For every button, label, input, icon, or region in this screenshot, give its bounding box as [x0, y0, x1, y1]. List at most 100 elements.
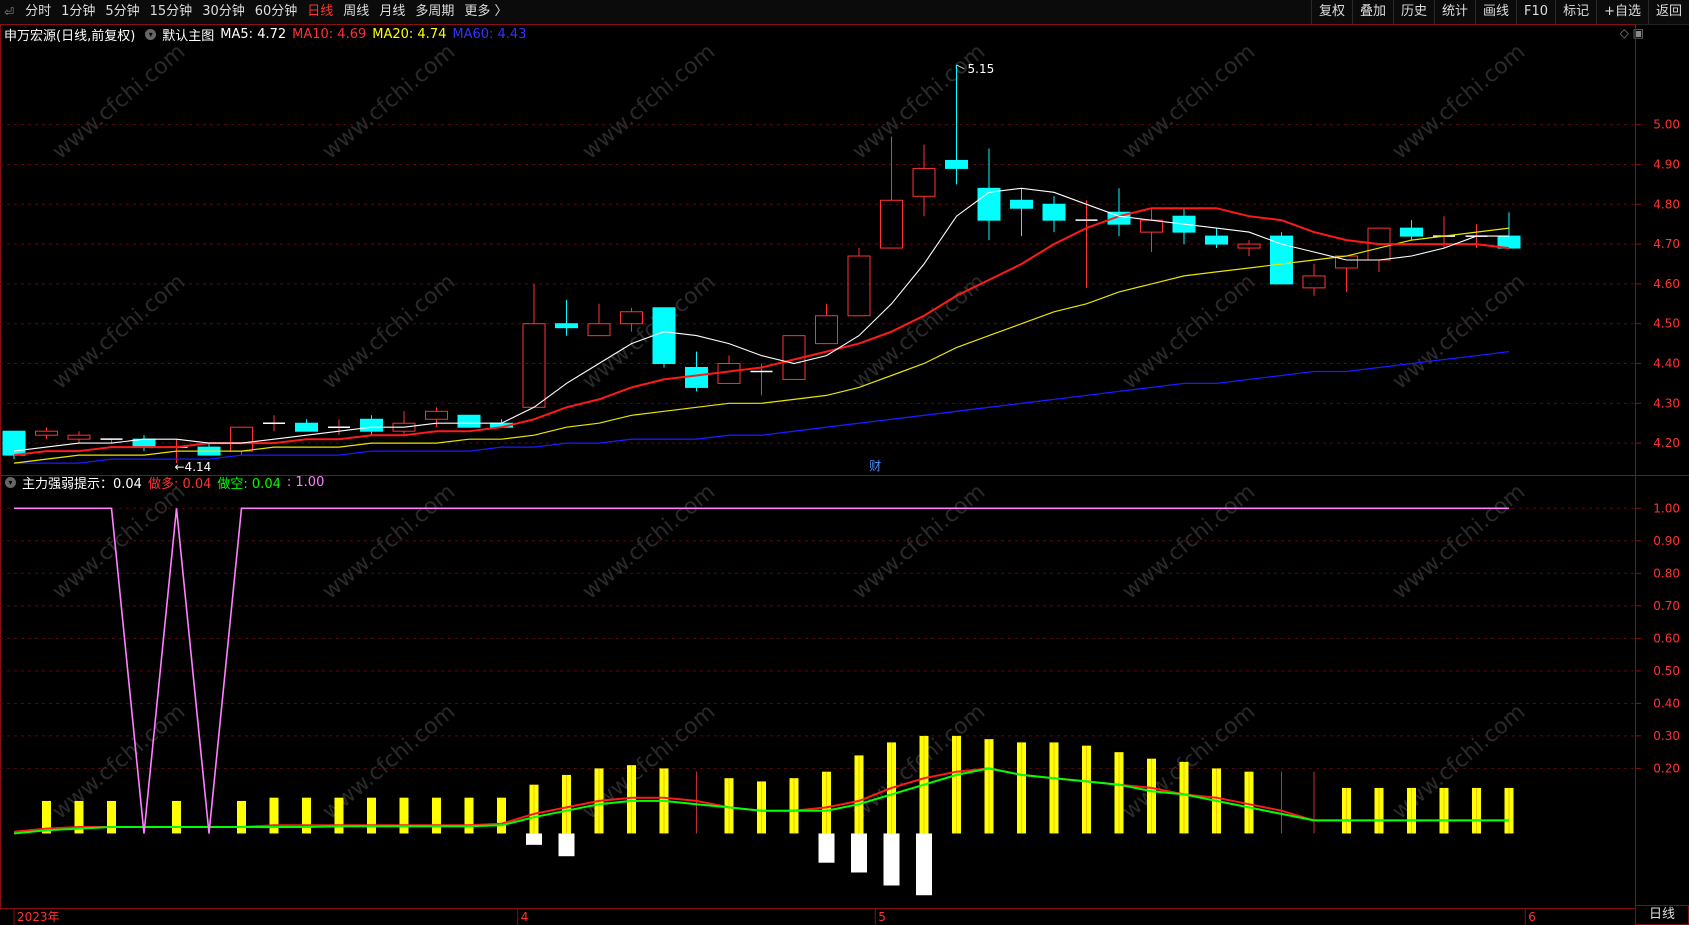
candle-body [1140, 219, 1163, 233]
candle-body [360, 418, 383, 432]
sub-tick-label: 0.70 [1653, 599, 1680, 613]
candle [1270, 232, 1293, 285]
candle [1140, 208, 1163, 253]
strength-bar [269, 797, 279, 834]
candle [1400, 220, 1423, 241]
main-tick-label: 4.80 [1653, 197, 1680, 211]
watermark-text: www.cfchi.com [1118, 39, 1260, 164]
main-tick-label: 4.30 [1653, 396, 1680, 410]
candle-body [1042, 203, 1066, 221]
high-label: 5.15 [968, 62, 995, 76]
sub-tick-label: 1.00 [1653, 501, 1680, 515]
candle [1237, 240, 1261, 257]
sub-tick-label: 0.20 [1653, 761, 1680, 775]
strength-bar [367, 797, 376, 834]
candle [522, 283, 546, 408]
sub-tick-label: 0.90 [1653, 534, 1680, 548]
candle [1205, 228, 1228, 249]
candle-body [685, 367, 708, 388]
white-bar [883, 833, 900, 886]
status-period[interactable]: 日线 [1635, 905, 1689, 925]
candle-body [522, 323, 546, 408]
strength-bar [107, 800, 116, 834]
date-label: 4 [521, 910, 529, 924]
main-tick-label: 4.90 [1653, 157, 1680, 171]
candle-body [2, 430, 26, 456]
watermark-text: www.cfchi.com [1388, 479, 1530, 604]
watermark-text: www.cfchi.com [318, 39, 460, 164]
candle [1497, 212, 1521, 249]
candle [847, 248, 871, 317]
watermark-text: www.cfchi.com [848, 269, 990, 394]
candle-body [230, 426, 253, 452]
main-tick-label: 4.70 [1653, 237, 1680, 251]
watermark-text: www.cfchi.com [1118, 269, 1260, 394]
date-label: 5 [878, 910, 886, 924]
sub-tick-label: 0.30 [1653, 729, 1680, 743]
candle-body [457, 414, 481, 428]
strength-bar [464, 797, 474, 834]
candle [685, 351, 708, 392]
candle [1335, 255, 1358, 292]
candle [880, 136, 903, 249]
strength-bar [399, 797, 409, 834]
candle [35, 427, 58, 440]
watermark-text: www.cfchi.com [848, 699, 990, 824]
candle [263, 415, 285, 432]
candle [67, 431, 91, 444]
candle [912, 144, 936, 217]
chart-frame [0, 24, 1636, 909]
candle-body [587, 323, 611, 337]
watermark-text: www.cfchi.com [848, 39, 990, 164]
candle-body [880, 199, 903, 249]
chart-canvas[interactable]: 5.00 4.90 4.80 4.70 4.60 4.50 4.40 4.30 4.20 1.00… [0, 0, 1689, 925]
watermark-text: www.cfchi.com [1388, 39, 1530, 164]
main-tick-label: 4.40 [1653, 357, 1680, 371]
watermark-text: www.cfchi.com [48, 39, 190, 164]
watermark-text: www.cfchi.com [318, 479, 460, 604]
white-bar [558, 833, 575, 857]
candle-body [1237, 243, 1261, 249]
white-bar [526, 833, 542, 845]
watermark-text: www.cfchi.com [318, 269, 460, 394]
candle-body [847, 255, 871, 317]
strength-bar [432, 797, 441, 834]
candle [1042, 196, 1066, 233]
candle [717, 355, 741, 384]
strength-bar [302, 797, 311, 834]
candle [587, 303, 611, 337]
candle [295, 419, 318, 432]
main-tick-label: 4.50 [1653, 317, 1680, 331]
date-label: 6 [1528, 910, 1536, 924]
candle-body [425, 410, 448, 420]
candle-body [295, 422, 318, 432]
sub-tick-label: 0.60 [1653, 631, 1680, 645]
candle [555, 299, 578, 336]
candle [1010, 188, 1033, 237]
candle-body [35, 430, 58, 436]
watermark-text: www.cfchi.com [48, 269, 190, 394]
candle-body [620, 311, 643, 325]
ma20-line [13, 227, 1510, 464]
main-tick-label: 4.20 [1653, 436, 1680, 450]
candle-body [652, 307, 676, 365]
finance-marker: 财 [869, 459, 881, 473]
sub-tick-label: 0.80 [1653, 566, 1680, 580]
candle [360, 415, 383, 436]
candle [977, 148, 1001, 241]
candle-body [67, 434, 91, 440]
candle-body [945, 159, 968, 169]
main-tick-label: 5.00 [1653, 118, 1680, 132]
date-label: 2023年 [17, 910, 60, 924]
candle [132, 435, 156, 452]
candle-body [717, 363, 741, 384]
candle [328, 419, 350, 436]
candle-body [815, 315, 838, 345]
candle-body [1205, 235, 1228, 245]
candle [1302, 263, 1326, 296]
candle-body [555, 323, 578, 329]
low-label: ←4.14 [175, 460, 212, 474]
watermark-text: www.cfchi.com [848, 479, 990, 604]
candle-body [1400, 227, 1423, 237]
sub-tick-label: 0.40 [1653, 696, 1680, 710]
